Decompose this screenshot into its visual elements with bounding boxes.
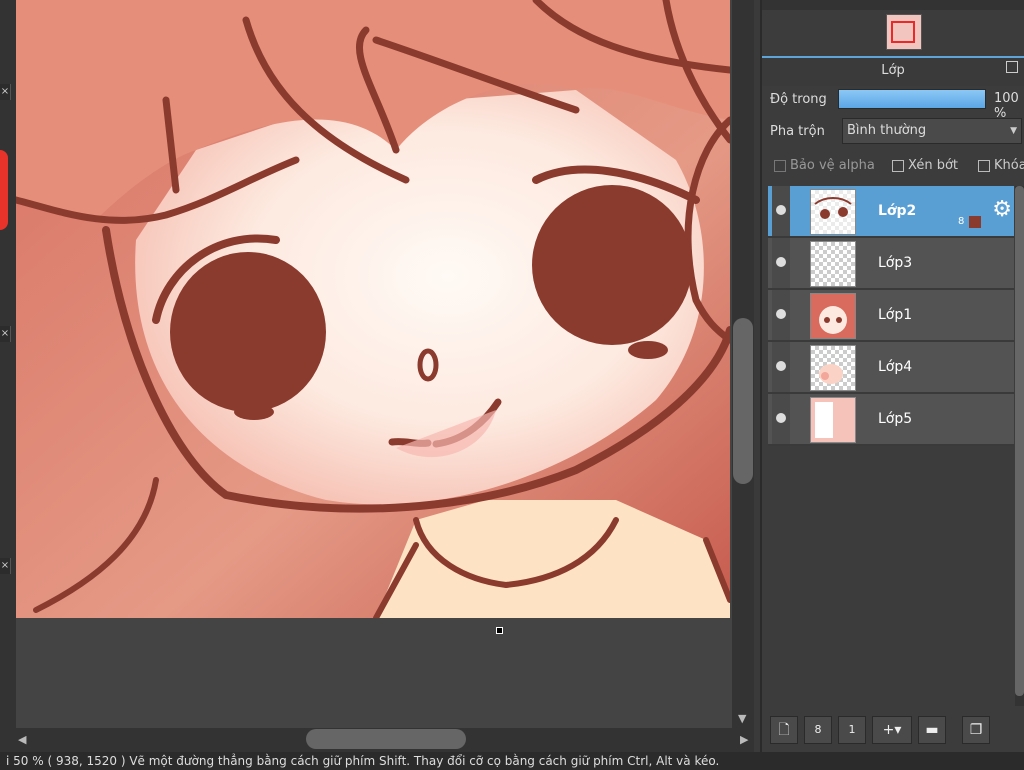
canvas-horizontal-scroll-thumb[interactable]: [306, 729, 466, 749]
lock-checkbox[interactable]: Khóa: [978, 158, 1024, 173]
layer-list-scroll-thumb[interactable]: [1015, 186, 1024, 696]
status-text: i 50 % ( 938, 1520 ) Vẽ một đường thẳng …: [6, 754, 720, 768]
collapse-left-panel-button-2[interactable]: ×: [0, 326, 11, 342]
new-8bit-layer-icon[interactable]: 8: [804, 716, 832, 744]
layer-item[interactable]: Lớp3: [768, 238, 1014, 290]
canvas-vertical-scroll-thumb[interactable]: [733, 318, 753, 484]
artwork-canvas[interactable]: [16, 0, 730, 618]
opacity-label: Độ trong: [770, 92, 827, 107]
collapse-left-panel-button[interactable]: ×: [0, 84, 11, 100]
layer-thumbnail: [810, 189, 856, 235]
layer-panel: Lớp Độ trong 100 % Pha trộn Bình thường …: [760, 0, 1024, 752]
gear-icon[interactable]: ⚙: [992, 199, 1012, 221]
canvas-area[interactable]: [16, 0, 732, 728]
lock-label: Khóa: [994, 158, 1024, 173]
layer-item[interactable]: Lớp1: [768, 290, 1014, 342]
opacity-value: 100 %: [994, 91, 1019, 121]
layer-thumbnail: [810, 345, 856, 391]
scroll-left-arrow-icon[interactable]: ◀: [18, 733, 26, 746]
eye-icon[interactable]: [772, 290, 790, 340]
layer-thumbnail: [810, 241, 856, 287]
collapse-left-panel-button-3[interactable]: ×: [0, 558, 11, 574]
layer-panel-header: Lớp: [762, 56, 1024, 86]
duplicate-layer-icon[interactable]: ❐: [962, 716, 990, 744]
layer-thumbnail: [810, 293, 856, 339]
new-1bit-layer-icon[interactable]: 1: [838, 716, 866, 744]
opacity-slider[interactable]: [838, 89, 986, 109]
layer-item[interactable]: Lớp4: [768, 342, 1014, 394]
status-bar: i 50 % ( 938, 1520 ) Vẽ một đường thẳng …: [0, 752, 1024, 770]
layer-list-scrollbar[interactable]: [1015, 186, 1024, 706]
navigator-thumbnail[interactable]: [886, 14, 922, 50]
layer-color-swatch: [969, 216, 981, 228]
checkbox-box[interactable]: [774, 159, 786, 172]
alpha-protect-checkbox[interactable]: Bảo vệ alpha: [774, 158, 875, 173]
blend-mode-label: Pha trộn: [770, 124, 825, 139]
cursor-marker: [496, 627, 503, 634]
color-wheel-fragment[interactable]: [0, 150, 8, 230]
layer-name: Lớp1: [878, 307, 913, 323]
chevron-down-icon: ▼: [1010, 126, 1017, 136]
eye-icon[interactable]: [772, 342, 790, 392]
layer-name: Lớp5: [878, 411, 913, 427]
eye-icon[interactable]: [772, 394, 790, 444]
layer-name: Lớp2: [878, 203, 917, 219]
layer-item[interactable]: Lớp2 8 ⚙: [768, 186, 1014, 238]
new-layer-icon[interactable]: 🗋: [770, 716, 798, 744]
blend-mode-value: Bình thường: [847, 123, 927, 138]
layer-name: Lớp3: [878, 255, 913, 271]
clipping-label: Xén bớt: [908, 158, 958, 173]
layer-item[interactable]: Lớp5: [768, 394, 1014, 446]
checkbox-box[interactable]: [892, 159, 904, 172]
scroll-right-arrow-icon[interactable]: ▶: [740, 733, 748, 746]
blend-mode-select[interactable]: Bình thường ▼: [842, 118, 1022, 144]
clipping-checkbox[interactable]: Xén bớt: [892, 158, 958, 173]
eye-icon[interactable]: [772, 186, 790, 236]
alpha-protect-label: Bảo vệ alpha: [790, 158, 875, 173]
folder-icon[interactable]: ▬: [918, 716, 946, 744]
canvas-vertical-scrollbar[interactable]: ▼: [732, 0, 754, 728]
eye-icon[interactable]: [772, 238, 790, 288]
layer-bit-depth-badge: 8: [958, 216, 965, 227]
scroll-down-arrow-icon[interactable]: ▼: [738, 712, 746, 725]
add-layer-menu-icon[interactable]: +▾: [872, 716, 912, 744]
canvas-horizontal-scrollbar[interactable]: ◀ ▶: [16, 728, 754, 752]
layer-panel-title: Lớp: [881, 63, 905, 78]
layer-list: Lớp2 8 ⚙ Lớp3 Lớp1 Lớp4 Lớp5: [768, 186, 1014, 446]
layer-toolbar: 🗋 8 1 +▾ ▬ ❐: [766, 714, 1020, 748]
checkbox-box[interactable]: [978, 159, 990, 172]
layer-thumbnail: [810, 397, 856, 443]
popout-icon[interactable]: [1006, 61, 1018, 73]
left-tool-strip: × × ×: [0, 0, 16, 752]
layer-name: Lớp4: [878, 359, 913, 375]
navigator-toolbar: [762, 0, 1024, 10]
